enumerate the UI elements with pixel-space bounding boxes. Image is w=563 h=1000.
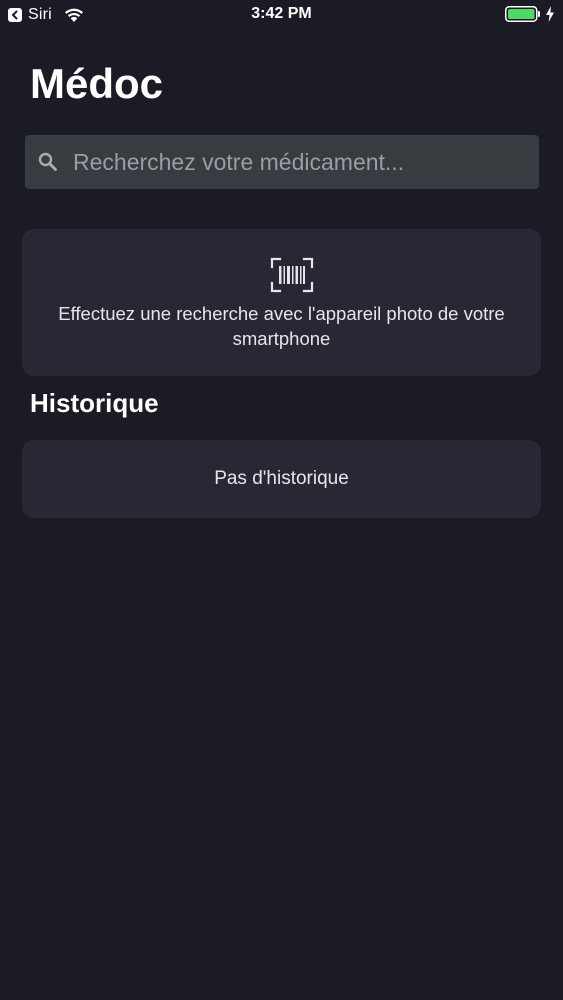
search-icon xyxy=(37,151,59,173)
history-empty-message: Pas d'historique xyxy=(214,468,349,489)
search-bar[interactable] xyxy=(25,134,539,190)
status-bar: Siri 3:42 PM xyxy=(0,0,563,30)
status-right xyxy=(505,6,555,22)
search-input[interactable] xyxy=(59,134,539,190)
battery-icon xyxy=(505,6,541,22)
charging-icon xyxy=(545,6,555,22)
barcode-scan-button[interactable]: Effectuez une recherche avec l'appareil … xyxy=(22,229,541,376)
barcode-scan-icon xyxy=(270,257,314,293)
status-time: 3:42 PM xyxy=(251,5,312,22)
history-list: Pas d'historique xyxy=(22,440,541,518)
barcode-scan-label: Effectuez une recherche avec l'appareil … xyxy=(58,303,505,349)
history-title: Historique xyxy=(30,388,159,418)
page-title: Médoc xyxy=(30,60,164,107)
